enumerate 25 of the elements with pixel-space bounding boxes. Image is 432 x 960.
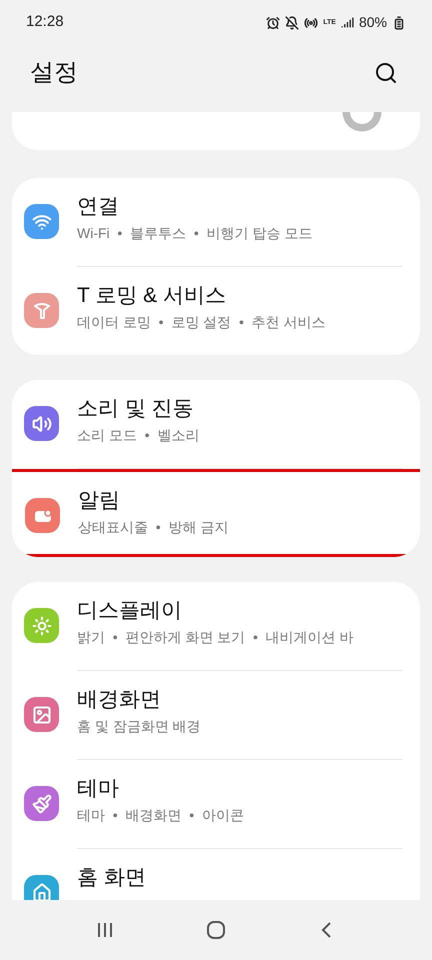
- settings-item[interactable]: 연결 Wi-Fi • 블루투스 • 비행기 탑승 모드: [12, 178, 420, 266]
- clock: 12:28: [26, 12, 64, 32]
- item-title: 테마: [77, 776, 120, 802]
- item-subtitle: 소리 모드 • 벨소리: [77, 427, 200, 445]
- item-title: 연결: [77, 194, 120, 220]
- item-subtitle: 밝기 • 편안하게 화면 보기 • 내비게이션 바: [77, 629, 354, 647]
- item-subtitle: 테마 • 배경화면 • 아이콘: [77, 807, 244, 825]
- item-subtitle: 상태표시줄 • 방해 금지: [78, 519, 228, 537]
- item-subtitle: Wi-Fi • 블루투스 • 비행기 탑승 모드: [77, 225, 312, 243]
- item-subtitle: 홈 및 잠금화면 배경: [77, 718, 201, 736]
- settings-item[interactable]: 테마 테마 • 배경화면 • 아이콘: [12, 760, 420, 848]
- settings-item[interactable]: 디스플레이 밝기 • 편안하게 화면 보기 • 내비게이션 바: [12, 582, 420, 670]
- settings-item[interactable]: 알림 상태표시줄 • 방해 금지: [12, 469, 420, 557]
- item-title: T 로밍 & 서비스: [77, 283, 227, 309]
- battery-percent: 80%: [358, 13, 387, 32]
- settings-item[interactable]: T 로밍 & 서비스 데이터 로밍 • 로밍 설정 • 추천 서비스: [12, 267, 420, 355]
- settings-item[interactable]: 소리 및 진동 소리 모드 • 벨소리: [12, 380, 420, 468]
- page-title: 설정: [30, 58, 78, 88]
- item-title: 홈 화면: [77, 865, 146, 891]
- item-title: 배경화면: [77, 687, 162, 713]
- item-title: 알림: [78, 488, 121, 514]
- item-subtitle: 데이터 로밍 • 로밍 설정 • 추천 서비스: [77, 314, 326, 332]
- item-title: 디스플레이: [77, 598, 183, 624]
- item-title: 소리 및 진동: [77, 396, 195, 422]
- settings-item[interactable]: 배경화면 홈 및 잠금화면 배경: [12, 671, 420, 759]
